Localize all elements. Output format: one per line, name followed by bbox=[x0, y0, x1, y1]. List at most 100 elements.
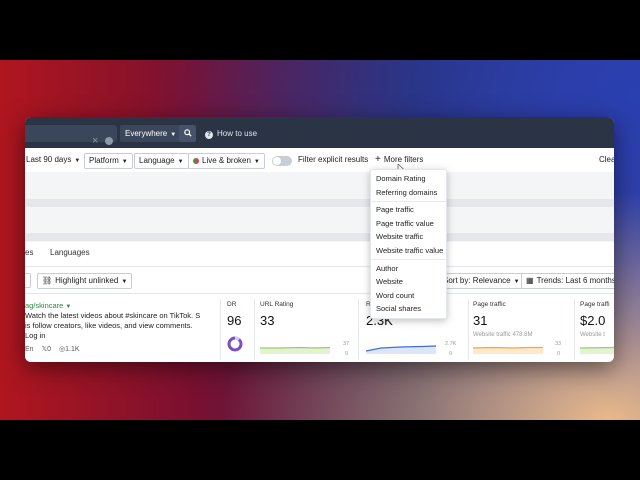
column-divider bbox=[220, 299, 221, 359]
chevron-down-icon: ▼ bbox=[74, 158, 81, 164]
page-traffic-value-sparkline bbox=[580, 346, 614, 354]
url-rating-label: URL Rating bbox=[260, 301, 294, 308]
menu-item-page-traffic[interactable]: Page traffic bbox=[376, 205, 414, 214]
tabs-row: es Languages bbox=[25, 242, 614, 267]
menu-divider bbox=[371, 259, 446, 260]
tab-partial[interactable]: es bbox=[25, 248, 33, 257]
column-divider bbox=[468, 299, 469, 359]
axis-tick: 37 bbox=[343, 341, 350, 347]
chevron-down-icon: ▼ bbox=[65, 304, 72, 310]
menu-item-website[interactable]: Website bbox=[376, 277, 403, 286]
url-rating-value: 33 bbox=[260, 313, 275, 328]
calendar-icon: ▦ bbox=[526, 276, 534, 285]
result-url-text: ag/skincare bbox=[25, 301, 64, 310]
plus-icon: + bbox=[375, 154, 381, 165]
page-traffic-sparkline bbox=[473, 346, 543, 354]
loading-area bbox=[25, 172, 614, 242]
menu-item-social-shares[interactable]: Social shares bbox=[376, 304, 421, 313]
results-table: ag/skincare ▼ Watch the latest videos abo… bbox=[25, 293, 614, 362]
dr-value: 96 bbox=[227, 313, 242, 328]
referring-sparkline bbox=[366, 345, 436, 354]
chevron-down-icon: ▼ bbox=[170, 132, 177, 138]
letterbox-top bbox=[0, 0, 640, 60]
dr-ring-icon bbox=[227, 336, 243, 352]
axis-tick: 0 bbox=[557, 351, 561, 357]
how-to-use-label: How to use bbox=[217, 129, 258, 138]
results-toolbar: ⛓ Highlight unlinked ▼ Sort by: Relevance ▼… bbox=[25, 267, 614, 293]
highlight-unlinked-button[interactable]: ⛓ Highlight unlinked ▼ bbox=[37, 273, 133, 289]
clear-icon[interactable]: × bbox=[92, 134, 98, 148]
letterbox-bottom bbox=[0, 420, 640, 480]
platform-label: Platform bbox=[89, 156, 119, 165]
scope-label: Everywhere bbox=[125, 129, 168, 138]
highlight-unlinked-label: Highlight unlinked bbox=[55, 276, 119, 285]
menu-item-website-traffic-value[interactable]: Website traffic value bbox=[376, 246, 443, 255]
website-traffic-value-sub: Website t bbox=[580, 332, 605, 338]
trends-label: Trends: Last 6 months bbox=[536, 276, 614, 285]
menu-item-domain-rating[interactable]: Domain Rating bbox=[376, 174, 426, 183]
axis-tick: 2.7K bbox=[445, 341, 457, 347]
axis-tick: 0 bbox=[449, 351, 453, 357]
result-meta: En 𝕏0 ◎1.1K bbox=[25, 345, 80, 353]
chevron-down-icon: ▼ bbox=[513, 279, 520, 285]
axis-tick: 0 bbox=[345, 351, 349, 357]
menu-divider bbox=[371, 201, 446, 202]
platform-filter[interactable]: Platform ▼ bbox=[84, 153, 133, 169]
toolbar-button-partial[interactable] bbox=[25, 273, 31, 288]
menu-item-word-count[interactable]: Word count bbox=[376, 291, 414, 300]
how-to-use-link[interactable]: ? How to use bbox=[205, 125, 257, 142]
result-url[interactable]: ag/skincare ▼ bbox=[25, 301, 71, 310]
tab-languages[interactable]: Languages bbox=[50, 248, 90, 257]
clear-filters-link[interactable]: Clea bbox=[599, 153, 614, 167]
column-divider bbox=[358, 299, 359, 359]
search-button[interactable] bbox=[179, 125, 196, 142]
chevron-down-icon: ▼ bbox=[253, 159, 260, 165]
chevron-down-icon: ▼ bbox=[177, 159, 184, 165]
column-divider bbox=[254, 299, 255, 359]
date-range-filter[interactable]: Last 90 days ▼ bbox=[26, 153, 80, 167]
share-count: 1.1K bbox=[65, 346, 80, 353]
chevron-down-icon: ▼ bbox=[121, 159, 128, 165]
language-filter[interactable]: Language ▼ bbox=[134, 153, 189, 169]
loading-stripe bbox=[25, 199, 614, 207]
filter-explicit-toggle[interactable] bbox=[272, 156, 292, 166]
dr-label: DR bbox=[227, 301, 237, 308]
help-icon[interactable] bbox=[105, 137, 113, 145]
menu-item-page-traffic-value[interactable]: Page traffic value bbox=[376, 219, 434, 228]
menu-item-referring-domains[interactable]: Referring domains bbox=[376, 188, 437, 197]
search-topbar: × Everywhere ▼ ? How to use bbox=[25, 117, 614, 148]
sort-dropdown[interactable]: Sort by: Relevance ▼ bbox=[439, 273, 525, 289]
page-traffic-value-value: $2.0 bbox=[580, 313, 606, 328]
more-filters-label: More filters bbox=[383, 155, 424, 164]
sort-label: Sort by: Relevance bbox=[443, 276, 511, 285]
url-rating-sparkline bbox=[260, 346, 330, 354]
menu-item-website-traffic[interactable]: Website traffic bbox=[376, 232, 423, 241]
column-divider bbox=[574, 299, 575, 359]
axis-tick: 33 bbox=[555, 341, 562, 347]
filter-explicit-label: Filter explicit results bbox=[298, 155, 369, 164]
loading-stripe bbox=[25, 233, 614, 241]
language-label: Language bbox=[139, 156, 175, 165]
scope-dropdown[interactable]: Everywhere ▼ bbox=[120, 125, 182, 142]
search-input[interactable]: × bbox=[25, 125, 117, 147]
chevron-down-icon: ▼ bbox=[121, 279, 128, 285]
date-range-label: Last 90 days bbox=[26, 155, 72, 164]
x-count: 0 bbox=[47, 346, 52, 353]
result-snippet: Watch the latest videos about #skincare … bbox=[25, 311, 201, 340]
live-broken-icon bbox=[193, 158, 199, 164]
page-traffic-value-label: Page traffi bbox=[580, 301, 610, 308]
link-icon: ⛓ bbox=[42, 276, 53, 285]
website-traffic-sub: Website traffic 478.8M bbox=[473, 332, 533, 338]
question-icon: ? bbox=[205, 131, 213, 139]
search-icon bbox=[183, 129, 192, 137]
page-traffic-label: Page traffic bbox=[473, 301, 506, 308]
page-traffic-value: 31 bbox=[473, 313, 488, 328]
toggle-knob bbox=[273, 157, 281, 165]
more-filters-menu: Domain Rating Referring domains Page tra… bbox=[370, 169, 447, 319]
live-broken-filter[interactable]: Live & broken ▼ bbox=[188, 153, 265, 169]
filters-bar: Last 90 days ▼ Platform ▼ Language ▼ Live &… bbox=[25, 148, 614, 175]
browser-window: × Everywhere ▼ ? How to use Last 90 days ▼ … bbox=[25, 117, 614, 362]
trends-dropdown[interactable]: ▦ Trends: Last 6 months bbox=[521, 273, 614, 289]
menu-item-author[interactable]: Author bbox=[376, 264, 398, 273]
live-broken-label: Live & broken bbox=[202, 156, 251, 165]
